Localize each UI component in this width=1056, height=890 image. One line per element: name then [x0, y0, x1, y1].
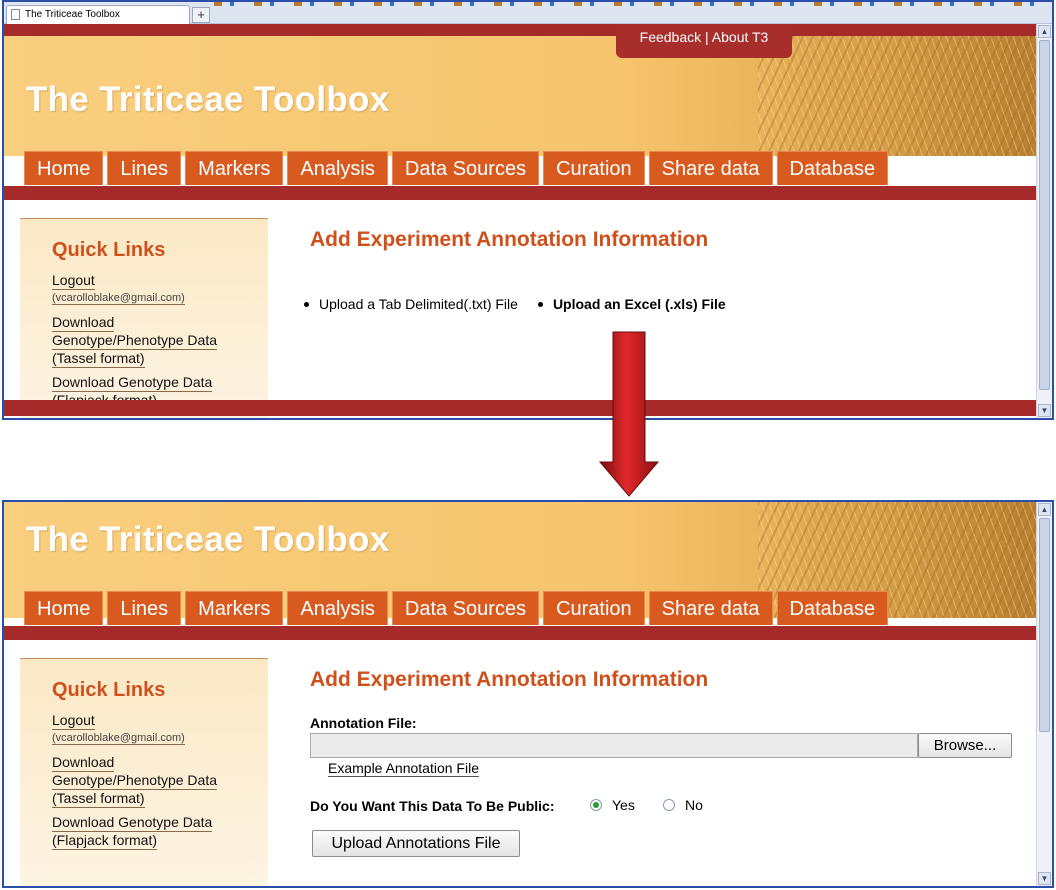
radio-unselected-icon — [663, 799, 675, 811]
screenshot-after: The Triticeae Toolbox Home Lines Markers… — [2, 500, 1054, 888]
feedback-link[interactable]: Feedback — [640, 29, 701, 45]
download-flapjack-link-line1[interactable]: Download Genotype Data — [52, 813, 213, 832]
bullet-icon — [537, 301, 543, 307]
download-tassel-link-line3[interactable]: (Tassel format) — [52, 349, 145, 368]
nav-data-sources[interactable]: Data Sources — [391, 151, 540, 185]
vertical-scrollbar[interactable]: ▲ ▼ — [1036, 24, 1052, 418]
scroll-up-icon[interactable]: ▲ — [1038, 503, 1051, 516]
quick-links-title: Quick Links — [52, 679, 166, 701]
quick-links-title: Quick Links — [52, 239, 166, 261]
browser-tab-title: The Triticeae Toolbox — [25, 9, 120, 20]
feedback-about-tab: Feedback | About T3 — [616, 24, 792, 58]
option-xls-upload[interactable]: Upload an Excel (.xls) File — [537, 296, 726, 312]
screenshot-before: The Triticeae Toolbox + Feedback | About… — [2, 0, 1054, 420]
public-no-label: No — [685, 797, 703, 813]
nav-analysis[interactable]: Analysis — [287, 591, 388, 625]
download-tassel-link-line1[interactable]: Download — [52, 753, 115, 772]
public-no-radio[interactable]: No — [663, 797, 703, 813]
page-icon — [11, 9, 20, 20]
bullet-icon — [304, 301, 309, 307]
nav-lines[interactable]: Lines — [107, 151, 182, 185]
annotation-file-input[interactable] — [310, 733, 918, 758]
down-arrow-icon — [598, 331, 660, 497]
scroll-down-icon[interactable]: ▼ — [1038, 404, 1051, 417]
download-flapjack-link-line1[interactable]: Download Genotype Data — [52, 373, 213, 392]
download-tassel-link-line2[interactable]: Genotype/Phenotype Data — [52, 331, 218, 350]
option-xls-label: Upload an Excel (.xls) File — [552, 296, 726, 312]
nav-analysis[interactable]: Analysis — [287, 151, 388, 185]
public-data-label: Do You Want This Data To Be Public: — [310, 798, 555, 814]
nav-lines[interactable]: Lines — [107, 591, 182, 625]
vertical-scrollbar[interactable]: ▲ ▼ — [1036, 502, 1052, 886]
scroll-up-icon[interactable]: ▲ — [1038, 25, 1051, 38]
nav-data-sources[interactable]: Data Sources — [391, 591, 540, 625]
link-separator: | — [705, 29, 709, 45]
option-txt-label: Upload a Tab Delimited(.txt) File — [319, 296, 518, 312]
option-txt-upload[interactable]: Upload a Tab Delimited(.txt) File — [304, 296, 518, 312]
quick-links-sidebar: Quick Links Logout (vcarolloblake@gmail.… — [20, 658, 268, 886]
main-nav: Home Lines Markers Analysis Data Sources… — [24, 151, 892, 185]
nav-database[interactable]: Database — [776, 151, 889, 185]
scroll-thumb[interactable] — [1039, 518, 1050, 732]
upload-type-options: Upload a Tab Delimited(.txt) File Upload… — [304, 296, 746, 312]
page-title: Add Experiment Annotation Information — [310, 228, 709, 251]
bookmarks-bar — [214, 2, 1052, 6]
logout-link[interactable]: Logout — [52, 271, 95, 290]
site-header: Feedback | About T3 The Triticeae Toolbo… — [4, 24, 1038, 156]
user-email: (vcarolloblake@gmail.com) — [52, 292, 185, 305]
public-yes-radio[interactable]: Yes — [590, 797, 635, 813]
public-yes-label: Yes — [612, 797, 635, 813]
nav-underline-bar — [4, 626, 1038, 640]
header-top-bar — [4, 24, 1038, 36]
site-title[interactable]: The Triticeae Toolbox — [26, 520, 390, 560]
nav-database[interactable]: Database — [776, 591, 889, 625]
browser-tab-strip: The Triticeae Toolbox + — [4, 2, 1052, 24]
example-annotation-file-link[interactable]: Example Annotation File — [328, 760, 479, 777]
about-link[interactable]: About T3 — [712, 29, 769, 45]
page-title: Add Experiment Annotation Information — [310, 668, 709, 691]
browse-button[interactable]: Browse... — [918, 733, 1012, 758]
nav-share-data[interactable]: Share data — [648, 151, 773, 185]
nav-underline-bar — [4, 186, 1038, 200]
nav-markers[interactable]: Markers — [185, 151, 284, 185]
upload-annotations-button[interactable]: Upload Annotations File — [312, 830, 520, 857]
nav-curation[interactable]: Curation — [543, 151, 645, 185]
download-flapjack-link-line2[interactable]: (Flapjack format) — [52, 831, 158, 850]
nav-markers[interactable]: Markers — [185, 591, 284, 625]
scroll-down-icon[interactable]: ▼ — [1038, 872, 1051, 885]
footer-bar — [4, 400, 1038, 416]
nav-home[interactable]: Home — [24, 591, 104, 625]
wheat-image — [758, 24, 1038, 156]
nav-share-data[interactable]: Share data — [648, 591, 773, 625]
download-tassel-link-line3[interactable]: (Tassel format) — [52, 789, 145, 808]
new-tab-button[interactable]: + — [192, 7, 210, 23]
logout-link[interactable]: Logout — [52, 711, 95, 730]
user-email: (vcarolloblake@gmail.com) — [52, 732, 185, 745]
nav-curation[interactable]: Curation — [543, 591, 645, 625]
quick-links-sidebar: Quick Links Logout (vcarolloblake@gmail.… — [20, 218, 268, 418]
main-nav: Home Lines Markers Analysis Data Sources… — [24, 591, 892, 625]
radio-selected-icon — [590, 799, 602, 811]
site-title[interactable]: The Triticeae Toolbox — [26, 80, 390, 120]
annotation-file-label: Annotation File: — [310, 715, 417, 731]
download-tassel-link-line2[interactable]: Genotype/Phenotype Data — [52, 771, 218, 790]
nav-home[interactable]: Home — [24, 151, 104, 185]
browser-tab[interactable]: The Triticeae Toolbox — [6, 5, 190, 24]
download-tassel-link-line1[interactable]: Download — [52, 313, 115, 332]
scroll-thumb[interactable] — [1039, 40, 1050, 390]
